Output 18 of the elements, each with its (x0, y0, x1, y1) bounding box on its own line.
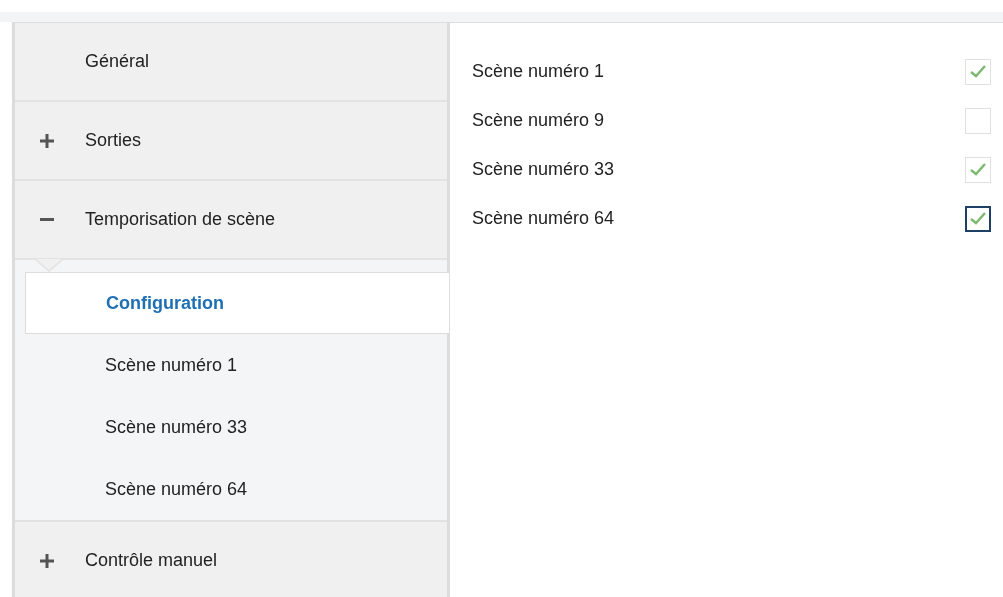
sidebar-item[interactable]: Temporisation de scène (85, 209, 276, 230)
check-icon (970, 65, 986, 78)
sidebar-item[interactable]: Général (85, 51, 150, 72)
sidebar-subitem[interactable]: Scène numéro 33 (25, 396, 447, 458)
setting-label: Scène numéro 64 (472, 208, 615, 229)
plus-icon[interactable] (40, 133, 54, 148)
checkbox[interactable] (965, 205, 991, 232)
setting-label: Scène numéro 1 (472, 61, 605, 82)
sidebar-subitem[interactable]: Configuration (25, 272, 450, 334)
setting-label: Scène numéro 33 (472, 159, 615, 180)
setting-label: Scène numéro 9 (472, 110, 605, 131)
sidebar-subitem[interactable]: Scène numéro 1 (25, 334, 447, 396)
sidebar-item[interactable]: Contrôle manuel (85, 550, 218, 571)
plus-icon[interactable] (40, 553, 54, 568)
sidebar-item[interactable]: Sorties (85, 130, 142, 151)
sidebar-subitem[interactable]: Scène numéro 64 (25, 458, 447, 520)
check-icon (970, 163, 986, 176)
check-icon (970, 212, 986, 225)
